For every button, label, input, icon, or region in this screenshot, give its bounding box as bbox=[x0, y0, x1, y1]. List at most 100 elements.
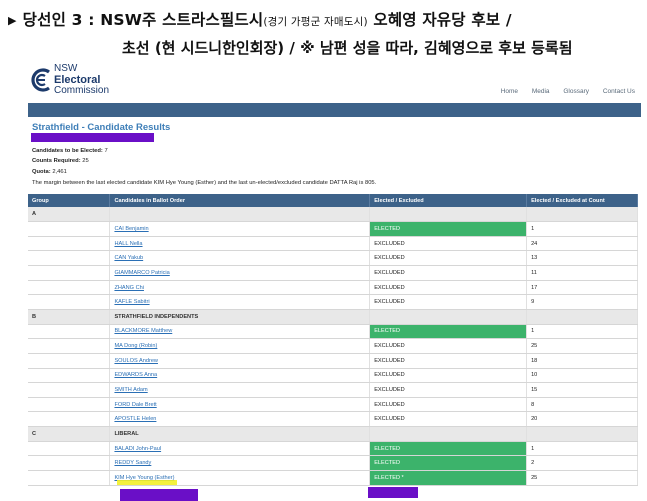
cell-count: 15 bbox=[526, 382, 638, 398]
elected-redaction-highlight bbox=[368, 487, 418, 498]
cell-count: 13 bbox=[526, 250, 638, 267]
group-row: A bbox=[28, 207, 638, 223]
nswec-logo[interactable]: NSW Electoral Commission bbox=[30, 63, 140, 100]
candidate-link[interactable]: REDDY Sandy bbox=[114, 460, 151, 466]
cell-candidate: KAFLE Sabitri bbox=[109, 294, 371, 310]
cell-group bbox=[28, 455, 111, 472]
cell-status: EXCLUDED bbox=[369, 265, 528, 281]
col-count: Elected / Excluded at Count bbox=[526, 194, 638, 207]
cell-count: 9 bbox=[526, 294, 638, 310]
cell-status: EXCLUDED bbox=[369, 338, 528, 354]
title-redaction-highlight bbox=[31, 133, 154, 142]
nswec-c-logo-icon bbox=[31, 68, 50, 92]
table-row: KAFLE Sabitri EXCLUDED 9 bbox=[28, 294, 638, 310]
cell-status: ELECTED bbox=[369, 221, 528, 237]
cell-group bbox=[28, 265, 111, 281]
cell-group bbox=[28, 236, 111, 252]
candidate-link[interactable]: MA Dong (Robin) bbox=[114, 343, 157, 349]
nav-home[interactable]: Home bbox=[501, 88, 518, 95]
cell-candidate: LIBERAL bbox=[109, 426, 371, 442]
candidate-link[interactable]: HALL Nella bbox=[114, 241, 142, 247]
col-status: Elected / Excluded bbox=[369, 194, 528, 207]
top-navigation: Home Media Glossary Contact Us bbox=[489, 88, 635, 95]
candidate-link[interactable]: BLACKMORE Matthew bbox=[114, 328, 172, 334]
table-row: ZHANG Chi EXCLUDED 17 bbox=[28, 280, 638, 296]
cell-count: 18 bbox=[526, 353, 638, 369]
cell-candidate: BLACKMORE Matthew bbox=[109, 324, 371, 340]
cell-status: EXCLUDED bbox=[369, 250, 528, 267]
cell-candidate: BALADI John-Paul bbox=[109, 441, 371, 457]
caption-line-2: 초선 (현 시드니한인회장) / ※ 남편 성을 따라, 김혜영으로 후보 등록… bbox=[122, 39, 573, 57]
candidate-link[interactable]: SOULOS Andrew bbox=[114, 358, 158, 364]
counts-required: Counts Required: 25 bbox=[32, 158, 89, 164]
cell-status: EXCLUDED bbox=[369, 411, 528, 428]
cell-status: EXCLUDED bbox=[369, 294, 528, 310]
table-row: GIAMMARCO Patricia EXCLUDED 11 bbox=[28, 265, 638, 281]
page-title: Strathfield - Candidate Results bbox=[32, 122, 171, 133]
cell-status bbox=[369, 426, 528, 442]
cell-count bbox=[526, 207, 638, 223]
candidate-redaction-highlight bbox=[120, 489, 198, 501]
cell-count: 8 bbox=[526, 397, 638, 413]
table-body: A CAI Benjamin ELECTED 1 HALL Nella EXCLUDED 2… bbox=[28, 207, 638, 486]
cell-candidate bbox=[109, 207, 371, 223]
candidate-link[interactable]: GIAMMARCO Patricia bbox=[114, 270, 169, 276]
triangle-bullet-icon: ▶ bbox=[8, 14, 17, 27]
cell-candidate: HALL Nella bbox=[109, 236, 371, 252]
caption-line-1-main: 당선인 3 : NSW주 스트라스필드시 bbox=[22, 11, 264, 29]
table-row: BLACKMORE Matthew ELECTED 1 bbox=[28, 324, 638, 340]
nswec-results-page: NSW Electoral Commission Home Media Glos… bbox=[26, 62, 641, 501]
table-row: SOULOS Andrew EXCLUDED 18 bbox=[28, 353, 638, 369]
caption-line-1: ▶ 당선인 3 : NSW주 스트라스필드시(경기 가평군 자매도시) 오혜영 자… bbox=[8, 8, 512, 30]
nav-media[interactable]: Media bbox=[532, 88, 550, 95]
margin-note: The margin between the last elected cand… bbox=[32, 180, 377, 186]
cell-status: ELECTED * bbox=[369, 470, 528, 486]
candidate-link[interactable]: CAI Benjamin bbox=[114, 226, 148, 232]
cell-candidate: GIAMMARCO Patricia bbox=[109, 265, 371, 281]
candidate-link[interactable]: CAN Yakub bbox=[114, 255, 143, 261]
cell-candidate: CAI Benjamin bbox=[109, 221, 371, 237]
cell-status: EXCLUDED bbox=[369, 353, 528, 369]
cell-count bbox=[526, 309, 638, 325]
group-row: B STRATHFIELD INDEPENDENTS bbox=[28, 309, 638, 325]
candidate-link[interactable]: KAFLE Sabitri bbox=[114, 299, 149, 305]
logo-line-commission: Commission bbox=[54, 85, 110, 96]
cell-candidate: MA Dong (Robin) bbox=[109, 338, 371, 354]
table-row: SMITH Adam EXCLUDED 15 bbox=[28, 382, 638, 398]
table-row: EDWARDS Anna EXCLUDED 10 bbox=[28, 368, 638, 384]
table-header-row: Group Candidates in Ballot Order Elected… bbox=[28, 194, 638, 207]
cell-status: EXCLUDED bbox=[369, 397, 528, 413]
candidate-link[interactable]: EDWARDS Anna bbox=[114, 372, 157, 378]
candidate-link[interactable]: SMITH Adam bbox=[114, 387, 147, 393]
nav-glossary[interactable]: Glossary bbox=[563, 88, 589, 95]
cell-candidate: EDWARDS Anna bbox=[109, 368, 371, 384]
candidate-link[interactable]: BALADI John-Paul bbox=[114, 446, 161, 452]
col-group: Group bbox=[28, 194, 111, 207]
table-row: CAI Benjamin ELECTED 1 bbox=[28, 221, 638, 237]
nav-contact-us[interactable]: Contact Us bbox=[603, 88, 635, 95]
candidate-link[interactable]: ZHANG Chi bbox=[114, 285, 144, 291]
table-row: REDDY Sandy ELECTED 2 bbox=[28, 455, 638, 472]
cell-count: 10 bbox=[526, 368, 638, 384]
cell-group bbox=[28, 368, 111, 384]
cell-count: 25 bbox=[526, 470, 638, 486]
cell-status: EXCLUDED bbox=[369, 280, 528, 296]
cell-count: 2 bbox=[526, 455, 638, 472]
header-bar bbox=[28, 103, 641, 117]
cell-group bbox=[28, 324, 111, 340]
table-row: BALADI John-Paul ELECTED 1 bbox=[28, 441, 638, 457]
group-row: C LIBERAL bbox=[28, 426, 638, 442]
candidate-link[interactable]: FORD Dale Brett bbox=[114, 402, 156, 408]
cell-candidate: ZHANG Chi bbox=[109, 280, 371, 296]
cell-candidate: SOULOS Andrew bbox=[109, 353, 371, 369]
candidate-link[interactable]: APOSTLE Helen bbox=[114, 416, 156, 422]
cell-group bbox=[28, 338, 111, 354]
cell-count: 1 bbox=[526, 324, 638, 340]
logo-text: NSW Electoral Commission bbox=[54, 63, 110, 97]
cell-group: A bbox=[28, 207, 111, 223]
table-row: MA Dong (Robin) EXCLUDED 25 bbox=[28, 338, 638, 354]
cell-count: 25 bbox=[526, 338, 638, 354]
cell-count: 1 bbox=[526, 221, 638, 237]
cell-count: 11 bbox=[526, 265, 638, 281]
cell-group bbox=[28, 397, 111, 413]
